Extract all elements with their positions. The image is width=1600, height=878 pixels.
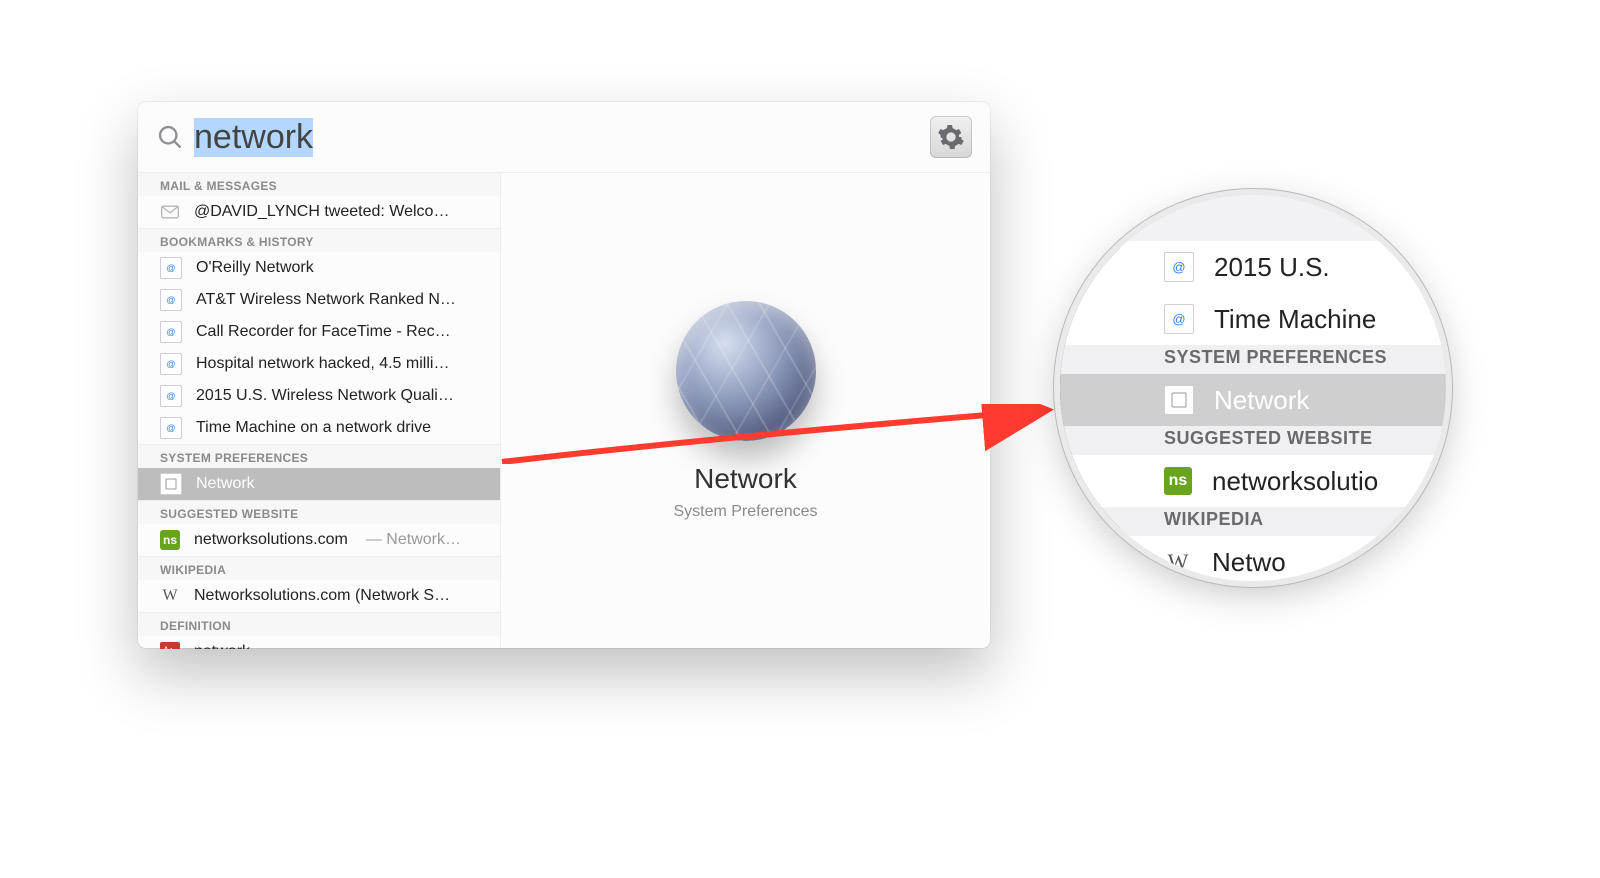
section-header-sysprefs: SYSTEM PREFERENCES bbox=[138, 444, 500, 468]
result-label: O'Reilly Network bbox=[196, 259, 314, 277]
preview-pane: Network System Preferences bbox=[501, 173, 990, 649]
lens-row: 2015 U.S. bbox=[1060, 241, 1446, 293]
search-bar bbox=[138, 102, 990, 173]
result-label: Time Machine on a network drive bbox=[196, 419, 431, 437]
result-label: @DAVID_LYNCH tweeted: Welco… bbox=[194, 203, 449, 221]
zoom-callout: 2015 U.S. Time Machine SYSTEM PREFERENCES N… bbox=[1060, 195, 1446, 581]
section-header-suggested: SUGGESTED WEBSITE bbox=[138, 500, 500, 524]
lens-header: SUGGESTED WEBSITE bbox=[1060, 426, 1446, 455]
webloc-icon bbox=[160, 353, 182, 375]
lens-row-text: 2015 U.S. bbox=[1214, 252, 1330, 283]
wikipedia-icon: W bbox=[1164, 548, 1192, 576]
lens-row: Time Machine bbox=[1060, 293, 1446, 345]
lens-header: WIKIPEDIA bbox=[1060, 507, 1446, 536]
result-bookmarks-4[interactable]: 2015 U.S. Wireless Network Quali… bbox=[138, 380, 500, 412]
network-globe-icon bbox=[676, 301, 816, 441]
webloc-icon bbox=[160, 321, 182, 343]
result-wikipedia-0[interactable]: W Networksolutions.com (Network S… bbox=[138, 580, 500, 612]
result-bookmarks-1[interactable]: AT&T Wireless Network Ranked N… bbox=[138, 284, 500, 316]
webloc-icon bbox=[160, 417, 182, 439]
section-header-wikipedia: WIKIPEDIA bbox=[138, 556, 500, 580]
prefpane-icon bbox=[160, 473, 182, 495]
preview-subtitle: System Preferences bbox=[673, 503, 817, 521]
webloc-icon bbox=[1164, 252, 1194, 282]
webloc-icon bbox=[160, 257, 182, 279]
result-extra: — Network… bbox=[366, 531, 461, 549]
result-bookmarks-5[interactable]: Time Machine on a network drive bbox=[138, 412, 500, 444]
result-bookmarks-3[interactable]: Hospital network hacked, 4.5 milli… bbox=[138, 348, 500, 380]
lens-row-text: networksolutio bbox=[1212, 466, 1378, 497]
result-definition-0[interactable]: network bbox=[138, 636, 500, 649]
result-label: 2015 U.S. Wireless Network Quali… bbox=[196, 387, 454, 405]
result-label: network bbox=[194, 643, 250, 649]
result-label: Networksolutions.com (Network S… bbox=[194, 587, 450, 605]
result-label: Call Recorder for FaceTime - Rec… bbox=[196, 323, 451, 341]
ns-favicon: ns bbox=[160, 530, 180, 550]
lens-row-text: Time Machine bbox=[1214, 304, 1376, 335]
section-header-definition: DEFINITION bbox=[138, 612, 500, 636]
search-icon bbox=[156, 123, 184, 151]
result-label: networksolutions.com bbox=[194, 531, 348, 549]
preview-title: Network bbox=[694, 463, 797, 495]
result-label: AT&T Wireless Network Ranked N… bbox=[196, 291, 456, 309]
lens-row: Network bbox=[1060, 374, 1446, 426]
result-bookmarks-0[interactable]: O'Reilly Network bbox=[138, 252, 500, 284]
lens-row-text: Network bbox=[1214, 385, 1309, 416]
result-label: Network bbox=[196, 475, 255, 493]
prefpane-icon bbox=[1164, 385, 1194, 415]
results-list: MAIL & MESSAGES @DAVID_LYNCH tweeted: Wel… bbox=[138, 173, 501, 649]
lens-row: ns networksolutio bbox=[1060, 455, 1446, 507]
gear-icon bbox=[930, 116, 972, 158]
result-sysprefs-0[interactable]: Network bbox=[138, 468, 500, 500]
webloc-icon bbox=[160, 289, 182, 311]
section-header-bookmarks: BOOKMARKS & HISTORY bbox=[138, 228, 500, 252]
spotlight-window: MAIL & MESSAGES @DAVID_LYNCH tweeted: Wel… bbox=[138, 102, 990, 648]
lens-row: W Netwo bbox=[1060, 536, 1446, 581]
section-header-mail: MAIL & MESSAGES bbox=[138, 173, 500, 196]
dictionary-icon bbox=[160, 642, 180, 649]
search-input[interactable] bbox=[184, 118, 930, 157]
webloc-icon bbox=[160, 385, 182, 407]
lens-header: SYSTEM PREFERENCES bbox=[1060, 345, 1446, 374]
result-mail-0[interactable]: @DAVID_LYNCH tweeted: Welco… bbox=[138, 196, 500, 228]
webloc-icon bbox=[1164, 304, 1194, 334]
ns-favicon: ns bbox=[1164, 467, 1192, 495]
mail-icon bbox=[160, 202, 180, 222]
result-bookmarks-2[interactable]: Call Recorder for FaceTime - Rec… bbox=[138, 316, 500, 348]
result-label: Hospital network hacked, 4.5 milli… bbox=[196, 355, 449, 373]
result-suggested-0[interactable]: ns networksolutions.com — Network… bbox=[138, 524, 500, 556]
wikipedia-icon: W bbox=[160, 586, 180, 606]
lens-row-text: Netwo bbox=[1212, 547, 1286, 578]
